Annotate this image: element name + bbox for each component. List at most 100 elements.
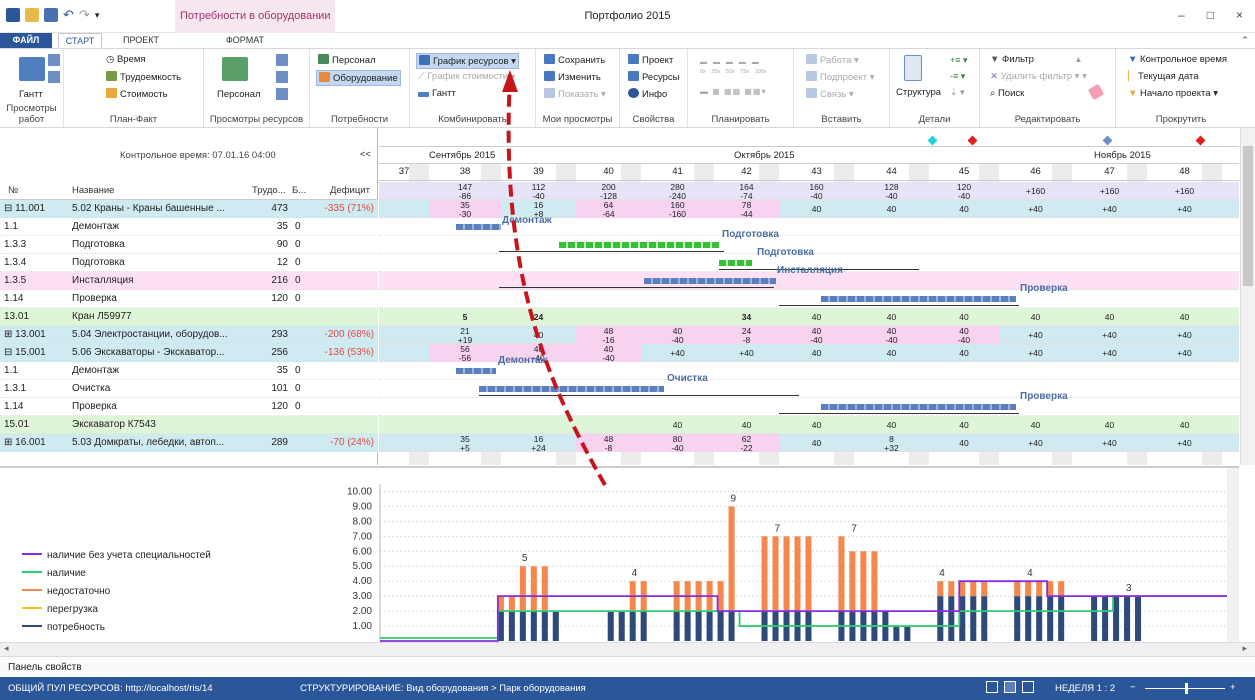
show-view-button[interactable]: Показать ▾ bbox=[544, 88, 606, 100]
zoom-slider-thumb[interactable] bbox=[1185, 683, 1188, 694]
needs-personnel-button[interactable]: Персонал bbox=[318, 54, 376, 66]
table-row[interactable]: 1.14 Проверка 120 0 bbox=[0, 290, 378, 308]
minimize-button[interactable]: – bbox=[1178, 8, 1185, 22]
tab-format[interactable]: ФОРМАТ bbox=[220, 33, 270, 48]
col-name-header[interactable]: Название bbox=[72, 182, 114, 200]
structure-button[interactable]: Структура bbox=[896, 87, 941, 98]
personnel-view-icon[interactable] bbox=[222, 57, 248, 81]
eraser-icon[interactable] bbox=[1087, 83, 1105, 101]
resource-view-icon-2[interactable] bbox=[276, 71, 288, 83]
insert-subproject-button[interactable]: Подпроект ▾ bbox=[806, 71, 874, 83]
indent-icon[interactable]: +≡ ▾ bbox=[950, 55, 968, 66]
resource-chart-button[interactable]: График ресурсов ▾ bbox=[416, 53, 519, 69]
percent-complete-buttons[interactable]: ▬ ▬ ▬ ▬ ▬ bbox=[700, 59, 761, 66]
vertical-scroll-thumb[interactable] bbox=[1243, 146, 1253, 286]
table-row[interactable]: 1.14 Проверка 120 0 bbox=[0, 398, 378, 416]
project-props-button[interactable]: Проект bbox=[628, 54, 673, 66]
table-row[interactable]: ⊟ 11.001 5.02 Краны - Краны башенные ... 4… bbox=[0, 200, 378, 218]
tab-project[interactable]: ПРОЕКТ bbox=[116, 33, 166, 48]
project-start-button[interactable]: ▼ Начало проекта ▾ bbox=[1128, 88, 1218, 99]
table-row[interactable]: 1.1 Демонтаж 35 0 bbox=[0, 218, 378, 236]
scroll-right-icon[interactable]: ▸ bbox=[1242, 643, 1247, 654]
undo-icon[interactable]: ↶ bbox=[63, 7, 74, 23]
view-mode-chart-icon[interactable] bbox=[1004, 681, 1016, 693]
timeline-cell: 40 bbox=[779, 344, 854, 362]
close-button[interactable]: × bbox=[1236, 8, 1243, 22]
combine-gantt-button[interactable]: Гантт bbox=[418, 88, 456, 99]
table-row[interactable]: 1.3.4 Подготовка 12 0 bbox=[0, 254, 378, 272]
table-row[interactable]: 1.3.3 Подготовка 90 0 bbox=[0, 236, 378, 254]
personnel-view-button[interactable]: Персонал bbox=[217, 89, 261, 100]
resources-props-button[interactable]: Ресурсы bbox=[628, 71, 679, 83]
outdent-icon[interactable]: -≡ ▾ bbox=[950, 71, 965, 82]
view-mode-combined-icon[interactable] bbox=[1022, 681, 1034, 693]
redo-icon[interactable]: ↷ bbox=[79, 7, 90, 23]
structure-icon[interactable] bbox=[904, 55, 922, 81]
view-icon-2[interactable] bbox=[48, 71, 60, 83]
properties-panel-label[interactable]: Панель свойств bbox=[8, 662, 82, 673]
view-mode-grid-icon[interactable] bbox=[986, 681, 998, 693]
save-view-button[interactable]: Сохранить bbox=[544, 54, 605, 66]
gantt-bar-prep[interactable] bbox=[559, 242, 719, 248]
cost-label: Стоимость bbox=[120, 89, 168, 100]
table-row[interactable]: 1.3.5 Инсталляция 216 0 bbox=[0, 272, 378, 290]
info-button[interactable]: Инфо bbox=[628, 88, 667, 100]
col-num-header[interactable]: № bbox=[8, 182, 18, 200]
current-date-button[interactable]: ▏ Текущая дата bbox=[1128, 71, 1199, 82]
filter-button[interactable]: ▼ Фильтр ▴ bbox=[990, 54, 1081, 65]
time-button[interactable]: ◷ Время bbox=[106, 54, 146, 65]
table-row[interactable]: ⊞ 13.001 5.04 Электростанции, оборудов...… bbox=[0, 326, 378, 344]
remove-filter-button[interactable]: ✕ Удалить фильтр ▾ ▾ bbox=[990, 71, 1087, 82]
customize-qat-icon[interactable]: ▾ bbox=[95, 10, 100, 21]
move-icon[interactable]: ⇣ ▾ bbox=[950, 87, 965, 98]
gantt-bar-install[interactable] bbox=[644, 278, 776, 284]
table-row[interactable]: ⊟ 15.001 5.06 Экскаваторы - Экскаватор...… bbox=[0, 344, 378, 362]
zoom-in-button[interactable]: + bbox=[1230, 682, 1236, 693]
labor-button[interactable]: Трудоемкость bbox=[106, 71, 181, 83]
gantt-view-icon[interactable] bbox=[19, 57, 45, 81]
col-b-header[interactable]: Б... bbox=[292, 182, 306, 200]
timeline-cell: 16 +24 bbox=[501, 434, 576, 452]
cost-button[interactable]: Стоимость bbox=[106, 88, 168, 100]
search-button[interactable]: ⌕ Поиск bbox=[990, 88, 1024, 99]
gantt-bar-check[interactable] bbox=[821, 296, 1016, 302]
gantt-view-button[interactable]: Гантт bbox=[19, 89, 43, 100]
table-row[interactable]: 15.01 Экскаватор К7543 bbox=[0, 416, 378, 434]
gantt-bar-demontage[interactable] bbox=[456, 224, 501, 230]
bar-need bbox=[629, 611, 636, 641]
gantt-bar-cleaning[interactable] bbox=[479, 386, 664, 392]
needs-equipment-button[interactable]: Оборудование bbox=[316, 70, 401, 86]
tab-start[interactable]: СТАРТ bbox=[58, 33, 102, 48]
zoom-out-button[interactable]: − bbox=[1130, 682, 1136, 693]
baseline-time-button[interactable]: ▼ Контрольное время bbox=[1128, 54, 1227, 65]
open-icon[interactable] bbox=[25, 8, 39, 22]
col-labor-header[interactable]: Трудо... bbox=[252, 182, 286, 200]
col-deficit-header[interactable]: Дефицит bbox=[330, 182, 370, 200]
table-row[interactable]: 13.01 Кран Л59977 bbox=[0, 308, 378, 326]
scroll-left-icon[interactable]: ◂ bbox=[4, 643, 9, 654]
resource-view-icon-1[interactable] bbox=[276, 54, 288, 66]
resource-view-icon-3[interactable] bbox=[276, 88, 288, 100]
table-row[interactable]: 1.1 Демонтаж 35 0 bbox=[0, 362, 378, 380]
table-row[interactable]: 1.3.1 Очистка 101 0 bbox=[0, 380, 378, 398]
horizontal-scrollbar[interactable]: ◂ ▸ bbox=[0, 642, 1255, 656]
insert-link-button[interactable]: Связь ▾ bbox=[806, 88, 854, 100]
vertical-scrollbar[interactable] bbox=[1240, 128, 1255, 465]
gantt-bar-demontage-2[interactable] bbox=[456, 368, 496, 374]
properties-panel-bar[interactable]: Панель свойств bbox=[0, 656, 1255, 677]
view-icon-1[interactable] bbox=[48, 54, 60, 66]
cost-chart-button[interactable]: ⟋ График стоимости ▾ bbox=[418, 71, 515, 82]
save-icon[interactable] bbox=[44, 8, 58, 22]
maximize-button[interactable]: □ bbox=[1207, 8, 1214, 22]
timeline-cell: 40 bbox=[929, 416, 999, 434]
gantt-bar-prep2[interactable] bbox=[719, 260, 752, 266]
change-view-button[interactable]: Изменить bbox=[544, 71, 601, 83]
tab-file[interactable]: ФАЙЛ bbox=[0, 33, 52, 48]
collapse-grid-button[interactable]: << bbox=[360, 149, 371, 160]
schedule-buttons[interactable]: ▬ ▦ ▦▦ ▦▦▾ bbox=[700, 87, 766, 96]
row-labor: 35 bbox=[276, 365, 288, 376]
insert-work-button[interactable]: Работа ▾ bbox=[806, 54, 859, 66]
ribbon-collapse-icon[interactable]: ⌃ bbox=[1238, 33, 1252, 48]
table-row[interactable]: ⊞ 16.001 5.03 Домкраты, лебедки, автоп...… bbox=[0, 434, 378, 452]
gantt-bar-check-2[interactable] bbox=[821, 404, 1016, 410]
